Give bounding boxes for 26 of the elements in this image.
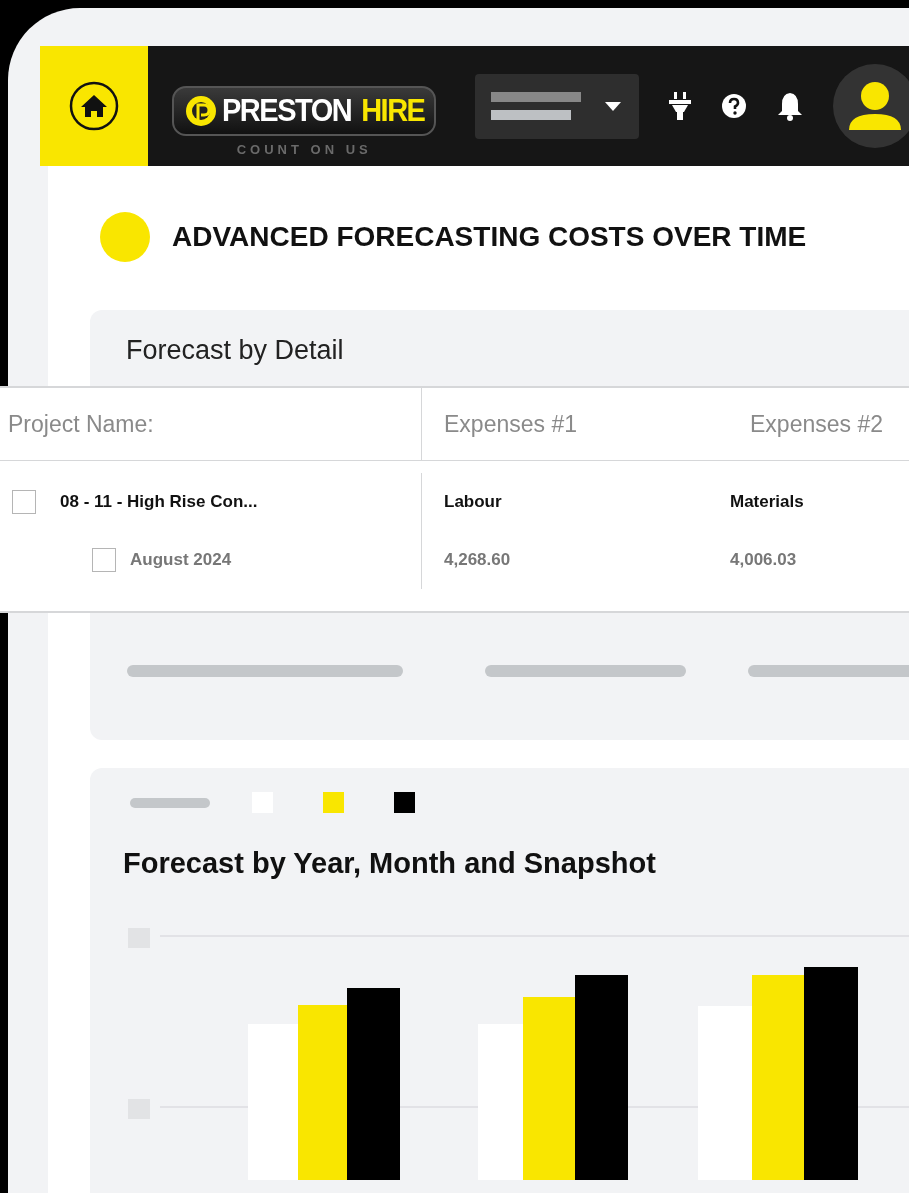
page-title: ADVANCED FORECASTING COSTS OVER TIME xyxy=(172,221,807,253)
help-icon[interactable] xyxy=(721,93,748,119)
plug-icon[interactable] xyxy=(669,92,692,120)
logo-tagline: COUNT ON US xyxy=(236,141,372,157)
user-avatar-icon[interactable] xyxy=(833,64,909,148)
home-icon xyxy=(68,80,120,132)
notification-bell-icon[interactable] xyxy=(777,91,804,121)
caret-icon xyxy=(605,101,622,111)
table-cell: Materials xyxy=(730,492,804,512)
home-button[interactable] xyxy=(40,46,148,166)
column-header: Expenses #1 xyxy=(444,410,577,438)
logo-emblem-icon xyxy=(184,93,218,128)
title-dot-icon xyxy=(100,212,150,262)
column-header: Expenses #2 xyxy=(750,410,883,438)
table-cell: Labour xyxy=(444,492,502,512)
card-title: Forecast by Detail xyxy=(126,335,345,366)
checkbox[interactable] xyxy=(12,490,36,514)
table-cell: August 2024 xyxy=(130,550,232,570)
column-header: Project Name: xyxy=(0,388,422,460)
dropdown-button[interactable] xyxy=(475,73,640,139)
chart-title: Forecast by Year, Month and Snapshot xyxy=(123,847,657,880)
table-cell: 4,268.60 xyxy=(444,550,511,570)
company-logo: PRESTON HIRE xyxy=(172,85,437,136)
table-cell: 4,006.03 xyxy=(730,550,797,570)
table-cell: 08 - 11 - High Rise Con... xyxy=(60,492,258,512)
checkbox[interactable] xyxy=(92,548,116,572)
